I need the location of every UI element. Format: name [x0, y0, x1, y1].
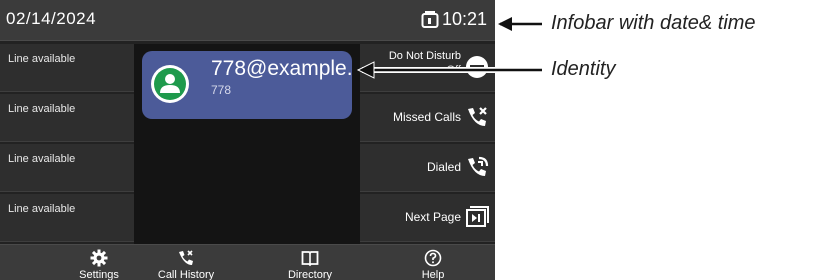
identity-arrow [356, 61, 542, 79]
identity-callout: Identity [551, 58, 616, 80]
infobar-arrow [498, 17, 542, 31]
annotation-arrows [356, 17, 542, 79]
infobar-callout: Infobar with date& time [551, 12, 756, 34]
